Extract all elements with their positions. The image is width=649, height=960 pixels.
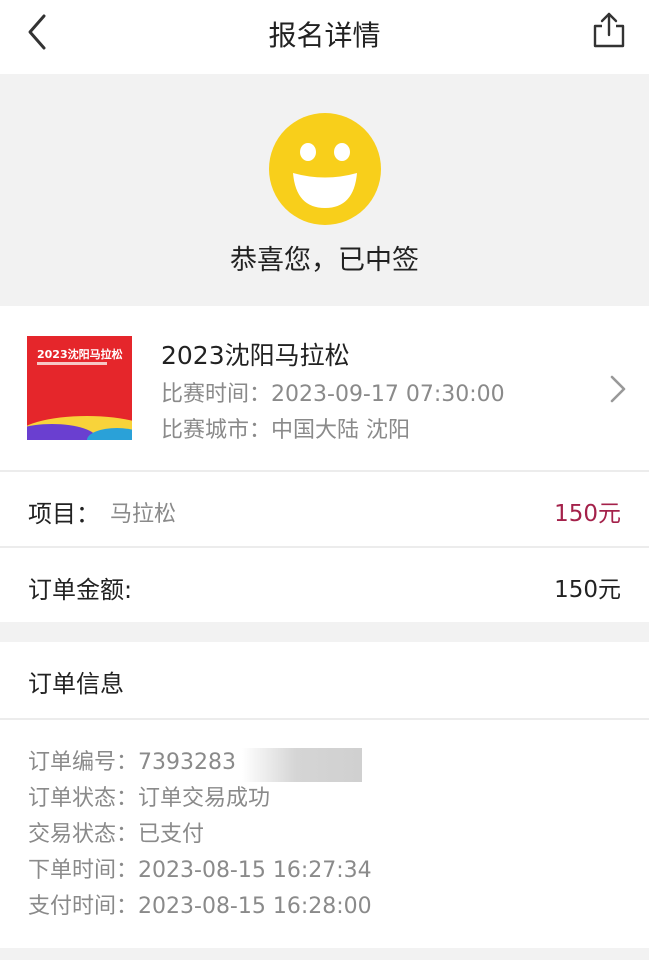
order-info-heading: 订单信息 xyxy=(28,670,124,698)
order-time-label: 下单时间： xyxy=(28,858,139,883)
project-label: 项目： xyxy=(28,500,100,528)
event-city: 比赛城市：中国大陆 沈阳 xyxy=(161,412,410,444)
order-time: 下单时间：2023-08-15 16:27:34 xyxy=(28,852,372,884)
order-info-header: 订单信息 xyxy=(0,642,649,718)
order-time-value: 2023-08-15 16:27:34 xyxy=(138,858,372,883)
event-city-value: 中国大陆 沈阳 xyxy=(271,418,411,443)
payment-status: 交易状态：已支付 xyxy=(28,816,204,848)
order-info-list: 订单编号：7393283 订单状态：订单交易成功 交易状态：已支付 下单时间：2… xyxy=(0,720,649,948)
order-status-label: 订单状态： xyxy=(28,786,139,811)
lottery-result-message: 恭喜您，已中签 xyxy=(230,245,419,276)
event-time-label: 比赛时间： xyxy=(161,382,272,407)
poster-title: 2023沈阳马拉松 xyxy=(37,348,123,361)
order-amount-row: 订单金额: 150元 xyxy=(0,548,649,622)
order-number-label: 订单编号： xyxy=(28,750,139,775)
payment-status-label: 交易状态： xyxy=(28,822,139,847)
event-card[interactable]: 2023沈阳马拉松 2023沈阳马拉松 比赛时间：2023-09-17 07:3… xyxy=(0,306,649,470)
share-icon[interactable] xyxy=(591,10,627,50)
project-value: 马拉松 xyxy=(110,502,177,527)
event-poster: 2023沈阳马拉松 xyxy=(27,336,132,440)
lottery-result-banner: 恭喜您，已中签 xyxy=(0,74,649,306)
payment-status-value: 已支付 xyxy=(138,822,205,847)
page-title: 报名详情 xyxy=(268,19,381,52)
project-row: 项目： 马拉松 150元 xyxy=(0,472,649,546)
project-price: 150元 xyxy=(554,501,621,527)
smiley-icon xyxy=(269,113,381,225)
order-status-value: 订单交易成功 xyxy=(138,786,271,811)
order-amount-label: 订单金额: xyxy=(28,576,133,604)
event-city-label: 比赛城市： xyxy=(161,418,272,443)
order-number-value: 7393283 xyxy=(138,750,236,775)
chevron-right-icon[interactable] xyxy=(609,374,627,404)
nav-bar: 报名详情 xyxy=(0,0,649,74)
pay-time-value: 2023-08-15 16:28:00 xyxy=(138,894,372,919)
pay-time-label: 支付时间： xyxy=(28,894,139,919)
redaction-mask xyxy=(242,748,362,782)
event-time: 比赛时间：2023-09-17 07:30:00 xyxy=(161,376,505,408)
pay-time: 支付时间：2023-08-15 16:28:00 xyxy=(28,888,372,920)
event-name: 2023沈阳马拉松 xyxy=(161,341,350,370)
order-amount-value: 150元 xyxy=(554,577,621,603)
event-time-value: 2023-09-17 07:30:00 xyxy=(271,382,505,407)
order-number: 订单编号：7393283 xyxy=(28,744,236,776)
order-status: 订单状态：订单交易成功 xyxy=(28,780,270,812)
